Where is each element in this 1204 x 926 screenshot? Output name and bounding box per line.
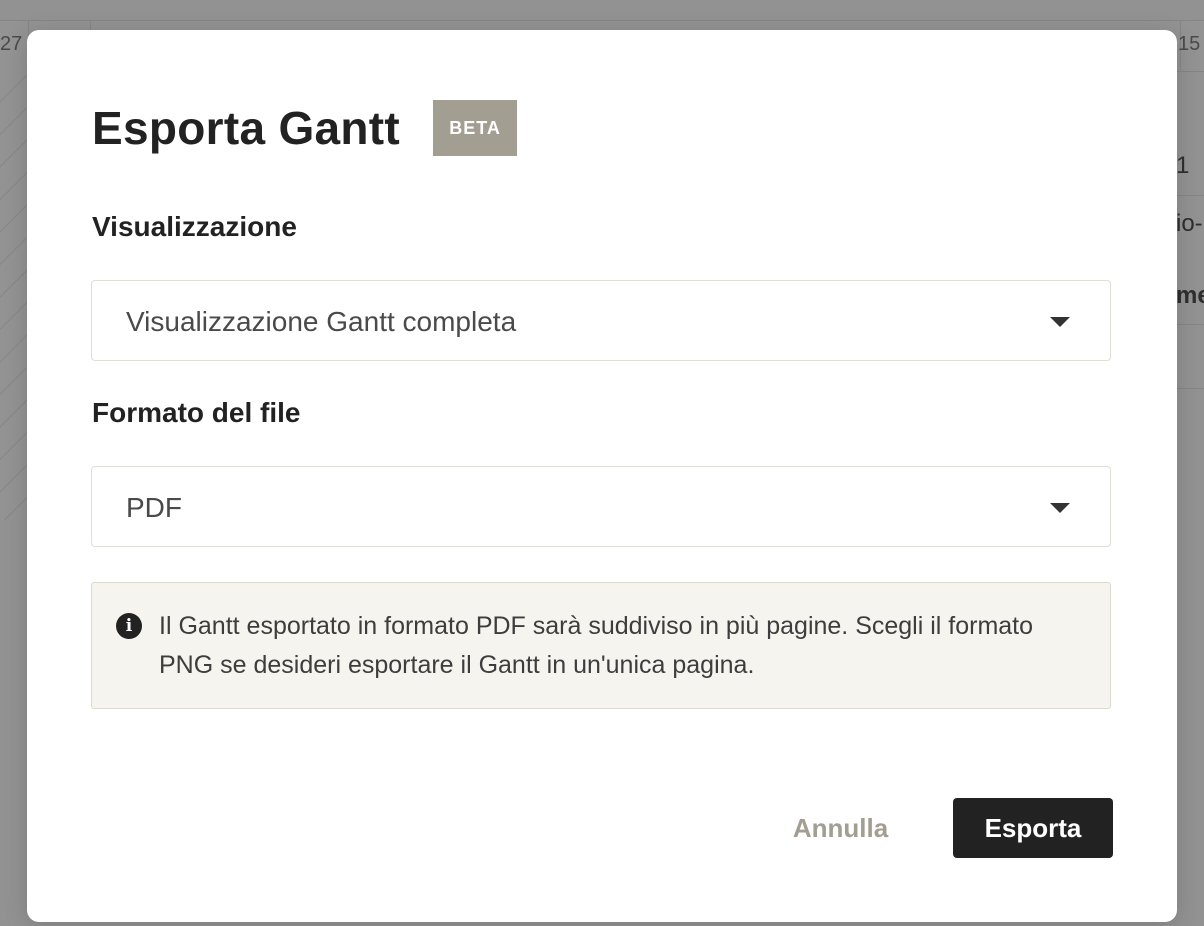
- background-text-fragment: 1: [1176, 152, 1190, 179]
- timeline-hatched-area: [0, 70, 28, 520]
- info-notice-text: Il Gantt esportato in formato PDF sarà s…: [159, 612, 1034, 679]
- format-select[interactable]: PDF: [91, 466, 1111, 547]
- view-select-value: Visualizzazione Gantt completa: [126, 306, 517, 337]
- chevron-down-icon: [1050, 317, 1070, 327]
- timeline-date-right: 15: [1178, 33, 1201, 55]
- chevron-down-icon: [1050, 503, 1070, 513]
- info-notice: i Il Gantt esportato in formato PDF sarà…: [91, 582, 1111, 709]
- background-divider: [1176, 195, 1204, 196]
- dialog-title: Esporta Gantt: [92, 102, 401, 154]
- background-text-fragment: io-: [1176, 210, 1203, 237]
- export-button[interactable]: Esporta: [953, 798, 1113, 858]
- view-field-label: Visualizzazione: [92, 211, 297, 242]
- background-text-fragment: me: [1176, 282, 1204, 309]
- timeline-date-left: 27: [0, 33, 23, 55]
- format-select-value: PDF: [126, 492, 182, 523]
- background-divider: [1176, 324, 1204, 325]
- info-icon: i: [116, 613, 142, 639]
- background-divider: [1176, 388, 1204, 389]
- format-field-label: Formato del file: [92, 397, 301, 428]
- cancel-button[interactable]: Annulla: [773, 798, 908, 858]
- view-select[interactable]: Visualizzazione Gantt completa: [91, 280, 1111, 361]
- beta-badge: BETA: [433, 100, 518, 156]
- export-gantt-dialog: Esporta Gantt BETA Visualizzazione Visua…: [27, 30, 1177, 922]
- dialog-header: Esporta Gantt BETA: [92, 100, 518, 156]
